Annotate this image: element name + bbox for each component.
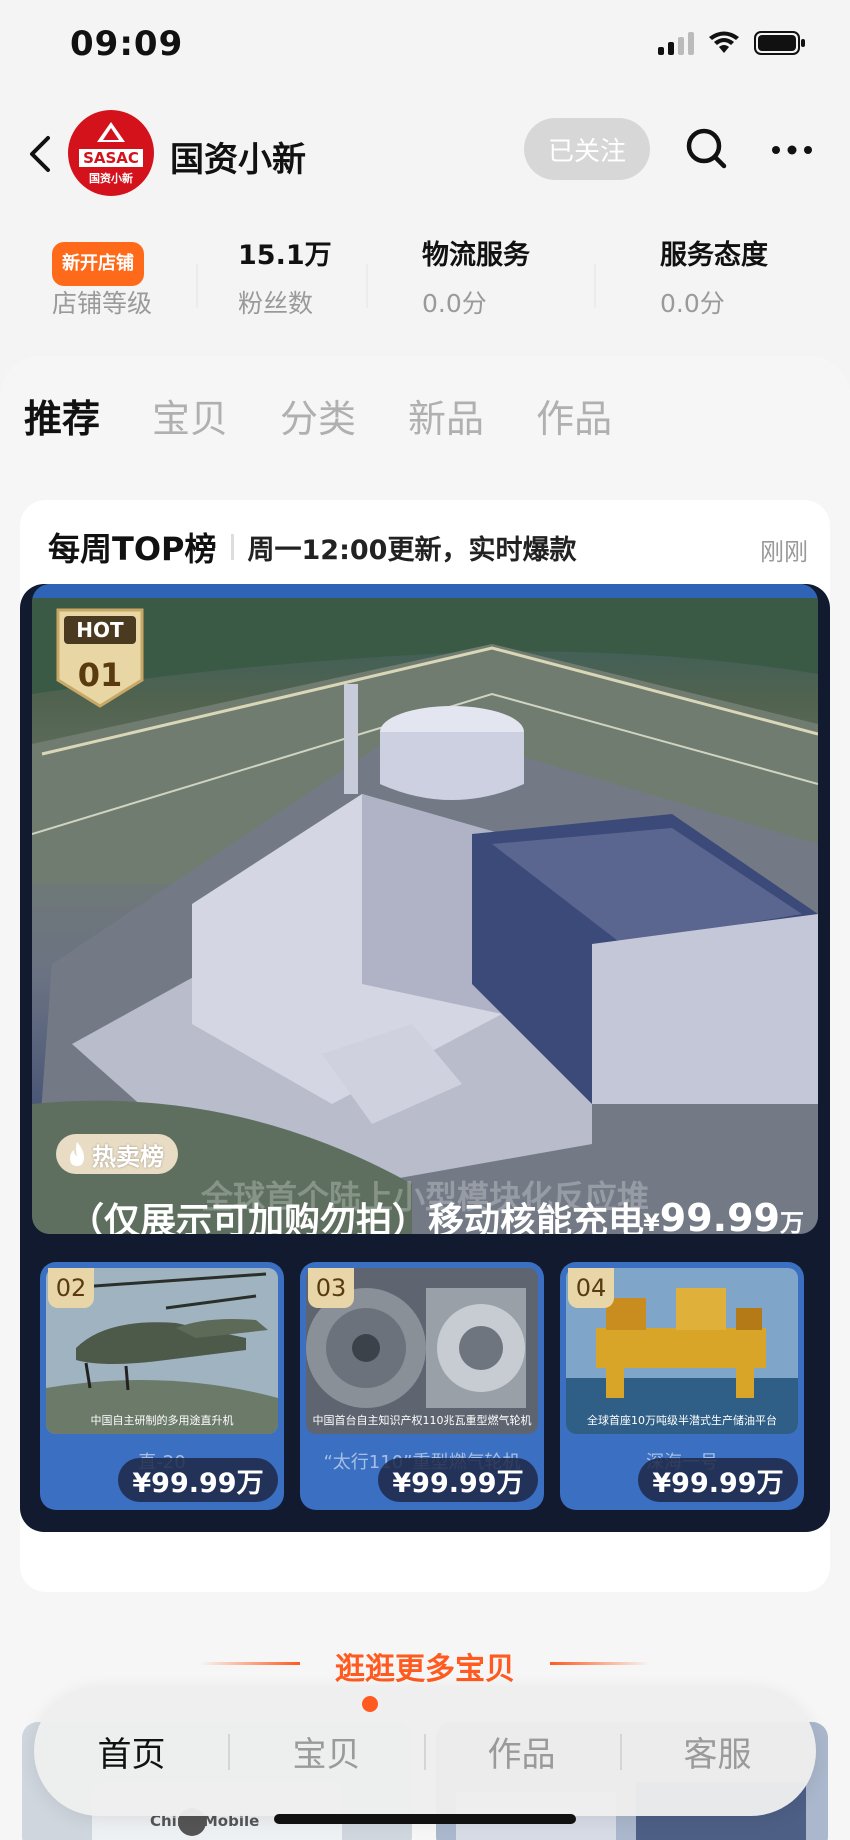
level-badge: 新开店铺: [52, 242, 144, 286]
search-button[interactable]: [684, 126, 730, 172]
hero-product-title: （仅展示可加购勿拍）移动核能充电: [68, 1201, 645, 1234]
nav-home[interactable]: 首页: [34, 1686, 229, 1816]
top-list-items: 02 中国自主研制的多用途直升机 直-20 ¥99.99万 03 中国首台自主知…: [40, 1262, 830, 1512]
product-price: ¥99.99万: [118, 1458, 278, 1502]
bottom-nav: 首页 宝贝 作品 客服: [34, 1686, 816, 1816]
hero-product-card[interactable]: HOT 01 全球首个陆上小型模块化反应堆 热卖榜 （仅展示可加购勿拍）移动核能…: [32, 584, 818, 1234]
nav-works[interactable]: 作品: [424, 1686, 619, 1816]
nav-customer-service[interactable]: 客服: [620, 1686, 815, 1816]
product-card-rank-02[interactable]: 02 中国自主研制的多用途直升机 直-20 ¥99.99万: [40, 1262, 284, 1510]
product-card-rank-03[interactable]: 03 中国首台自主知识产权110兆瓦重型燃气轮机 “太行110”重型燃气轮机 ¥…: [300, 1262, 544, 1510]
stat-shop-level[interactable]: 新开店铺 店铺等级: [52, 236, 152, 320]
product-desc: 全球首座10万吨级半潜式生产储油平台: [587, 1414, 777, 1427]
tab-new[interactable]: 新品: [408, 388, 484, 443]
divider: [196, 264, 198, 308]
hot-sale-tag: 热卖榜: [56, 1134, 178, 1174]
more-products-title: 逛逛更多宝贝: [335, 1652, 515, 1687]
product-price: ¥99.99万: [638, 1458, 798, 1502]
weekly-top-card: 每周TOP榜 周一12:00更新，实时爆款 刚刚 HOT 01 全球首个陆上小型…: [20, 500, 830, 1592]
service-label: 服务态度: [660, 240, 768, 271]
rank-label: 04: [568, 1268, 614, 1308]
chevron-left-icon: [30, 136, 50, 172]
shop-logo[interactable]: SASAC 国资小新: [68, 110, 154, 196]
level-label: 店铺等级: [52, 289, 153, 318]
product-card-rank-04[interactable]: 04 全球首座10万吨级半潜式生产储油平台 深海一号 ¥99.99万: [560, 1262, 804, 1510]
nav-products[interactable]: 宝贝: [229, 1686, 424, 1816]
logistics-label: 物流服务: [422, 240, 530, 271]
wifi-icon: [708, 31, 740, 55]
shop-name: 国资小新: [170, 140, 306, 180]
divider: [366, 264, 368, 308]
logo-text-bottom: 国资小新: [89, 171, 133, 185]
sasac-emblem-icon: [97, 121, 125, 142]
flame-icon: [70, 1142, 84, 1166]
tab-recommend[interactable]: 推荐: [24, 388, 100, 443]
more-dots-icon: [772, 145, 812, 155]
price-value: 99.99: [659, 1196, 780, 1234]
home-indicator[interactable]: [274, 1814, 576, 1824]
tab-works[interactable]: 作品: [536, 388, 612, 443]
divider: [594, 264, 596, 308]
product-desc: 中国首台自主知识产权110兆瓦重型燃气轮机: [312, 1414, 532, 1427]
top-list-subtitle: 周一12:00更新，实时爆款: [247, 534, 577, 566]
product-price: ¥99.99万: [378, 1458, 538, 1502]
logistics-value: 0.0分: [422, 289, 487, 318]
stat-fans[interactable]: 15.1万 粉丝数: [238, 236, 332, 320]
fans-value: 15.1万: [238, 240, 332, 271]
rank-label: 03: [308, 1268, 354, 1308]
follow-button[interactable]: 已关注: [524, 118, 650, 180]
shop-tabs: 推荐 宝贝 分类 新品 作品: [24, 388, 664, 443]
stat-service[interactable]: 服务态度 0.0分: [660, 236, 768, 320]
logo-text-top: SASAC: [79, 148, 143, 167]
battery-icon: [754, 30, 806, 56]
notification-dot: [362, 1696, 378, 1712]
search-icon: [686, 128, 727, 169]
back-button[interactable]: [20, 132, 64, 176]
product-desc: 中国自主研制的多用途直升机: [90, 1414, 234, 1427]
divider: [550, 1662, 650, 1665]
hero-rank: 01: [77, 656, 123, 694]
top-list-header: 每周TOP榜 周一12:00更新，实时爆款 刚刚: [48, 522, 808, 572]
tab-categories[interactable]: 分类: [280, 388, 356, 443]
price-unit: 万: [780, 1209, 804, 1234]
rank-badge: HOT 01: [54, 606, 146, 710]
price-currency: ¥: [643, 1209, 660, 1234]
hot-label: HOT: [76, 618, 124, 642]
top-list-updated: 刚刚: [760, 538, 808, 566]
hero-product-price: ¥99.99万: [643, 1196, 804, 1234]
stat-logistics[interactable]: 物流服务 0.0分: [422, 236, 530, 320]
more-button[interactable]: [768, 132, 816, 168]
tab-products[interactable]: 宝贝: [152, 388, 228, 443]
status-icons: [658, 30, 806, 56]
status-time: 09:09: [70, 24, 184, 64]
service-value: 0.0分: [660, 289, 725, 318]
fans-label: 粉丝数: [238, 289, 314, 318]
rank-label: 02: [48, 1268, 94, 1308]
top-list-title: 每周TOP榜: [48, 530, 217, 568]
top-list-board: HOT 01 全球首个陆上小型模块化反应堆 热卖榜 （仅展示可加购勿拍）移动核能…: [20, 584, 830, 1532]
shop-stats: 新开店铺 店铺等级 15.1万 粉丝数 物流服务 0.0分 服务态度 0.0分: [0, 236, 850, 336]
status-bar: 09:09: [0, 0, 850, 92]
divider: [230, 534, 234, 560]
shop-header: SASAC 国资小新 国资小新 已关注: [0, 100, 850, 210]
hot-sale-tag-label: 热卖榜: [92, 1142, 164, 1171]
cellular-signal-icon: [658, 31, 694, 55]
